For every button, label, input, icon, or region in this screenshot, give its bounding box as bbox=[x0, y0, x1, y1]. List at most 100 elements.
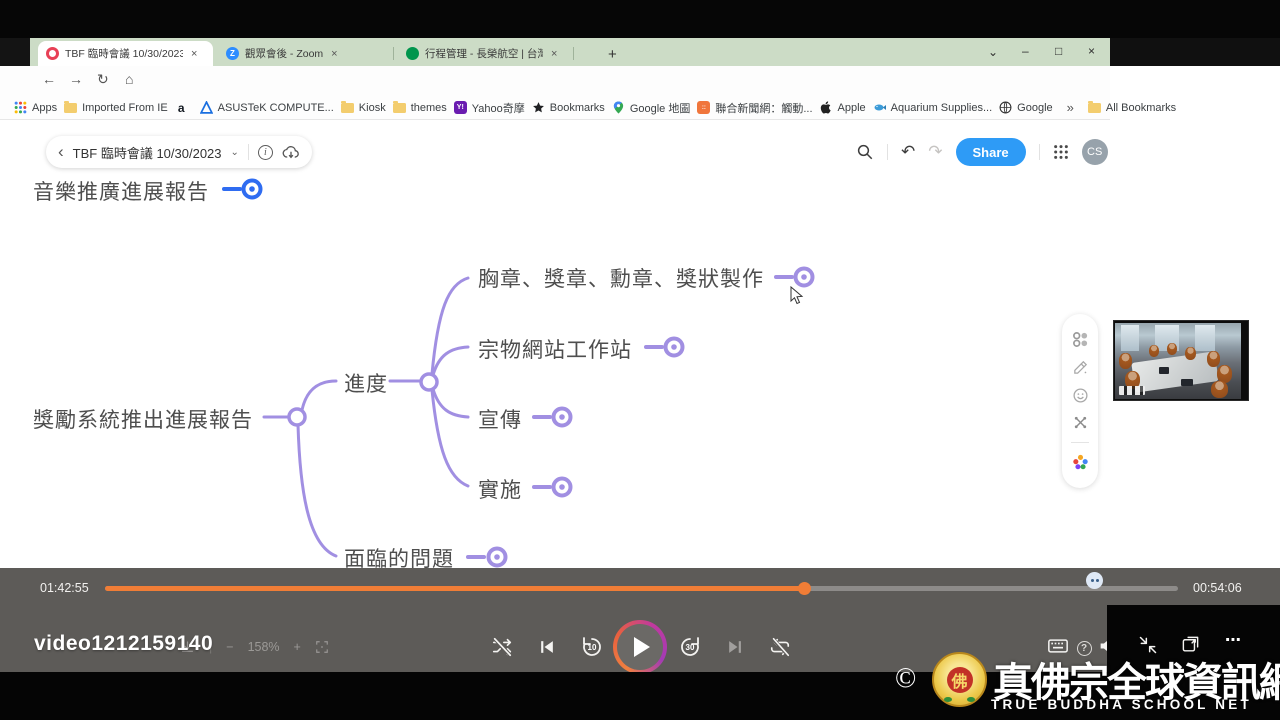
zoom-favicon: Z bbox=[226, 47, 239, 60]
forward-icon[interactable]: → bbox=[69, 71, 83, 87]
bookmark-google[interactable]: Google bbox=[999, 101, 1052, 114]
mouse-cursor bbox=[790, 286, 804, 306]
avatar[interactable]: CS bbox=[1082, 139, 1108, 165]
globe-icon bbox=[999, 101, 1012, 114]
evaair-favicon bbox=[406, 47, 419, 60]
window-pane bbox=[1121, 325, 1139, 351]
next-track-icon[interactable] bbox=[723, 635, 747, 659]
tab-mindmeister[interactable]: TBF 臨時會議 10/30/2023 - Min × bbox=[38, 41, 213, 66]
tab-title: TBF 臨時會議 10/30/2023 - Min bbox=[65, 46, 183, 61]
fit-screen-icon[interactable] bbox=[315, 640, 329, 654]
bookmark-kiosk[interactable]: Kiosk bbox=[341, 102, 386, 114]
apps-grid-icon[interactable] bbox=[1053, 144, 1069, 160]
zoom-in-button[interactable]: + bbox=[294, 640, 301, 654]
connection-icon[interactable] bbox=[1072, 414, 1089, 431]
leaf-decoration bbox=[967, 697, 975, 702]
desktop-edge bbox=[1110, 38, 1280, 66]
back-icon[interactable]: ← bbox=[42, 71, 56, 87]
download-cloud-icon[interactable] bbox=[282, 145, 300, 160]
apps-grid-icon bbox=[14, 101, 27, 114]
map-pin-icon bbox=[612, 101, 625, 114]
integrations-flower-icon[interactable] bbox=[1072, 454, 1089, 471]
window-edge bbox=[0, 38, 30, 66]
folder-icon bbox=[64, 103, 77, 113]
bookmark-amazon[interactable]: a bbox=[175, 101, 193, 114]
tab-search-chevron-icon[interactable]: ⌄ bbox=[988, 45, 998, 59]
bookmarks-bar: Apps Imported From IE a ASUSTeK COMPUTE.… bbox=[0, 96, 1110, 120]
window-maximize-button[interactable]: □ bbox=[1055, 44, 1062, 58]
bookmark-yahoo[interactable]: Y! Yahoo奇摩 bbox=[454, 100, 525, 116]
style-brush-icon[interactable] bbox=[1072, 359, 1089, 376]
popup-window-icon[interactable] bbox=[1178, 632, 1202, 656]
forward-30-icon[interactable]: 30 bbox=[678, 635, 702, 659]
more-options-icon[interactable]: ⋯ bbox=[1221, 628, 1245, 652]
previous-track-icon[interactable] bbox=[535, 635, 559, 659]
play-button[interactable] bbox=[613, 620, 667, 674]
bookmark-aquarium[interactable]: Aquarium Supplies... bbox=[873, 101, 993, 114]
elapsed-time: 01:42:55 bbox=[40, 581, 89, 595]
bookmark-google-maps[interactable]: Google 地圖 bbox=[612, 100, 691, 116]
star-icon bbox=[532, 101, 545, 114]
folder-icon bbox=[341, 103, 354, 113]
bookmark-bookmarks[interactable]: Bookmarks bbox=[532, 101, 605, 114]
map-tool-rail bbox=[1062, 314, 1098, 488]
chevron-down-icon[interactable]: ⌄ bbox=[231, 147, 239, 158]
window-minimize-button[interactable]: – bbox=[1022, 44, 1029, 58]
laptop bbox=[1181, 379, 1193, 386]
bookmark-apps[interactable]: Apps bbox=[14, 101, 57, 114]
zoom-video-thumbnail[interactable] bbox=[1113, 320, 1249, 401]
bookmark-themes[interactable]: themes bbox=[393, 102, 447, 114]
new-tab-button[interactable]: + bbox=[608, 46, 617, 63]
node-reward[interactable]: 獎勵系統推出進展報告 bbox=[33, 404, 253, 434]
video-overlay-label bbox=[1119, 386, 1145, 395]
tab-close-icon[interactable]: × bbox=[551, 48, 557, 60]
node-badges[interactable]: 胸章、獎章、勳章、獎狀製作 bbox=[478, 263, 764, 293]
node-implement[interactable]: 實施 bbox=[478, 474, 522, 504]
share-button[interactable]: Share bbox=[956, 138, 1026, 166]
bookmarks-overflow-chevron[interactable]: » bbox=[1067, 100, 1074, 115]
video-title: video1212159140 bbox=[34, 632, 213, 656]
bookmark-udn-news[interactable]: :: 聯合新聞網：觸動... bbox=[697, 100, 812, 116]
repeat-off-icon[interactable] bbox=[768, 635, 792, 659]
divider bbox=[1071, 442, 1089, 443]
divider bbox=[248, 144, 249, 160]
person bbox=[1167, 343, 1177, 355]
tab-title: 行程管理 - 長榮航空 | 台灣 (繁 bbox=[425, 46, 543, 61]
home-icon[interactable]: ⌂ bbox=[125, 71, 133, 87]
node-station[interactable]: 宗物網站工作站 bbox=[478, 334, 632, 364]
true-buddha-emblem: 佛 bbox=[932, 652, 987, 707]
zoom-level: 158% bbox=[248, 640, 280, 654]
back-chevron-icon[interactable]: ‹ bbox=[58, 142, 64, 162]
node-promote[interactable]: 宣傳 bbox=[478, 404, 522, 434]
tab-evaair[interactable]: 行程管理 - 長榮航空 | 台灣 (繁 × bbox=[398, 41, 570, 66]
laptop bbox=[1159, 367, 1169, 374]
person bbox=[1149, 345, 1159, 357]
seek-bar-handle[interactable] bbox=[798, 582, 811, 595]
layout-icon[interactable] bbox=[1072, 331, 1089, 348]
tab-close-icon[interactable]: × bbox=[331, 48, 337, 60]
node-music[interactable]: 音樂推廣進展報告 bbox=[33, 176, 209, 206]
bookmark-imported-from-ie[interactable]: Imported From IE bbox=[64, 102, 168, 114]
zoom-out-button[interactable]: − bbox=[226, 640, 233, 654]
undo-icon[interactable]: ↶ bbox=[901, 142, 915, 162]
mindmeister-favicon bbox=[46, 47, 59, 60]
node-progress[interactable]: 進度 bbox=[344, 368, 388, 398]
exit-fullscreen-icon[interactable] bbox=[1136, 633, 1160, 657]
bookmark-asustek[interactable]: ASUSTeK COMPUTE... bbox=[200, 101, 334, 114]
tab-close-icon[interactable]: × bbox=[191, 48, 197, 60]
redo-icon[interactable]: ↷ bbox=[928, 142, 942, 162]
replay-10-icon[interactable]: 10 bbox=[580, 635, 604, 659]
asus-icon bbox=[200, 101, 213, 114]
shuffle-off-icon[interactable] bbox=[490, 635, 514, 659]
window-close-button[interactable]: × bbox=[1088, 44, 1095, 58]
emoji-smiley-icon[interactable] bbox=[1072, 387, 1089, 404]
all-bookmarks[interactable]: All Bookmarks bbox=[1088, 102, 1176, 114]
remaining-time: 00:54:06 bbox=[1193, 581, 1242, 595]
bookmark-apple[interactable]: Apple bbox=[820, 101, 866, 114]
info-icon[interactable]: i bbox=[258, 145, 273, 160]
map-title[interactable]: TBF 臨時會議 10/30/2023 bbox=[73, 143, 222, 162]
letterbox-top bbox=[0, 0, 1280, 38]
reload-icon[interactable]: ↻ bbox=[97, 71, 109, 88]
search-icon[interactable] bbox=[856, 143, 874, 161]
tab-zoom[interactable]: Z 觀眾會後 - Zoom × bbox=[218, 41, 390, 66]
